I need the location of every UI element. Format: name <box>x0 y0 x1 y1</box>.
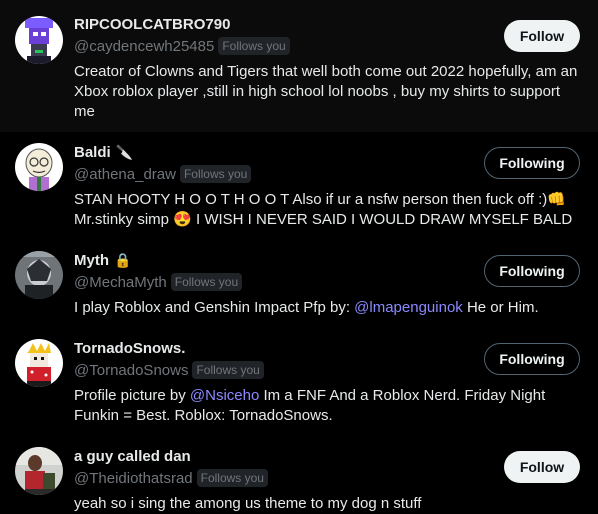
mention-link[interactable]: @Nsiceho <box>190 387 259 404</box>
avatar[interactable] <box>15 339 63 387</box>
avatar[interactable] <box>15 143 63 191</box>
mention-link[interactable]: @lmapenguinok <box>354 299 463 316</box>
display-name[interactable]: a guy called dan <box>74 448 191 465</box>
who-to-follow-list: RIPCOOLCATBRO790 @caydencewh25485 Follow… <box>0 0 598 513</box>
user-handle[interactable]: @Theidiothatsrad <box>74 470 193 487</box>
avatar[interactable] <box>15 447 63 495</box>
bio-text: He or Him. <box>462 299 539 316</box>
user-cell[interactable]: Myth 🔒 @MechaMyth Follows you I play Rob… <box>0 240 598 328</box>
display-name[interactable]: RIPCOOLCATBRO790 <box>74 16 230 33</box>
following-button[interactable]: Following <box>484 343 580 375</box>
user-cell[interactable]: TornadoSnows. @TornadoSnows Follows you … <box>0 328 598 436</box>
user-handle[interactable]: @TornadoSnows <box>74 362 188 379</box>
avatar[interactable] <box>15 16 63 64</box>
display-name[interactable]: TornadoSnows. <box>74 340 185 357</box>
user-cell[interactable]: RIPCOOLCATBRO790 @caydencewh25485 Follow… <box>0 0 598 132</box>
bio-text: Profile picture by <box>74 387 190 404</box>
user-bio: STAN HOOTY H O O T H O O T Also if ur a … <box>74 190 574 230</box>
follow-button[interactable]: Follow <box>504 451 580 483</box>
bio-text: yeah so i sing the among us theme to my … <box>74 495 422 512</box>
avatar[interactable] <box>15 251 63 299</box>
display-name[interactable]: Myth <box>74 252 109 269</box>
lock-icon: 🔒 <box>114 251 132 268</box>
user-handle[interactable]: @MechaMyth <box>74 274 167 291</box>
follows-you-badge: Follows you <box>196 469 268 487</box>
user-handle[interactable]: @athena_draw <box>74 166 176 183</box>
knife-icon: 🔪 <box>115 143 134 160</box>
user-bio: yeah so i sing the among us theme to my … <box>74 494 574 514</box>
bio-text: I play Roblox and Genshin Impact Pfp by: <box>74 299 355 316</box>
follows-you-badge: Follows you <box>218 37 290 55</box>
follows-you-badge: Follows you <box>179 165 252 183</box>
bio-text: Creator of Clowns and Tigers that well b… <box>74 63 578 120</box>
user-bio: I play Roblox and Genshin Impact Pfp by:… <box>74 298 574 318</box>
following-button[interactable]: Following <box>484 147 580 179</box>
following-button[interactable]: Following <box>484 255 580 287</box>
user-handle[interactable]: @caydencewh25485 <box>74 38 214 55</box>
user-info: a guy called dan @Theidiothatsrad Follow… <box>74 446 580 514</box>
user-cell[interactable]: Baldi 🔪 @athena_draw Follows you STAN HO… <box>0 132 598 240</box>
display-name[interactable]: Baldi <box>74 144 111 161</box>
user-cell[interactable]: a guy called dan @Theidiothatsrad Follow… <box>0 436 598 513</box>
user-bio: Creator of Clowns and Tigers that well b… <box>74 62 584 122</box>
follows-you-badge: Follows you <box>170 273 243 291</box>
follow-button[interactable]: Follow <box>504 20 580 52</box>
bio-text: STAN HOOTY H O O T H O O T Also if ur a … <box>74 191 573 228</box>
user-bio: Profile picture by @Nsiceho Im a FNF And… <box>74 386 574 426</box>
follows-you-badge: Follows you <box>192 361 264 379</box>
